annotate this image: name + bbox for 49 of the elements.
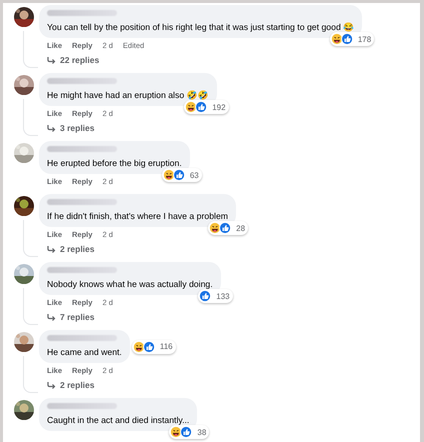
comment-text: If he didn't finish, that's where I have a problem <box>47 211 228 221</box>
view-replies-link[interactable]: 2 replies <box>39 240 94 255</box>
blurred-name <box>47 199 117 205</box>
comment-text: He erupted before the big eruption. <box>47 158 182 168</box>
reply-arrow-icon <box>47 125 56 132</box>
reply-arrow-icon <box>47 246 56 253</box>
reaction-badge[interactable]: 28 <box>208 221 248 235</box>
view-replies-link[interactable]: 3 replies <box>39 119 94 134</box>
view-replies-link[interactable]: 7 replies <box>39 308 94 323</box>
reaction-badge[interactable]: 178 <box>330 32 374 46</box>
reply-arrow-icon <box>47 382 56 389</box>
thread-line <box>23 288 38 325</box>
thumbs-up-icon <box>219 222 232 234</box>
thumbs-up-icon <box>199 290 212 302</box>
laughing-emoji-icon <box>209 222 221 234</box>
reply-arrow-icon <box>47 314 56 321</box>
laughing-emoji-icon <box>330 33 343 45</box>
reaction-badge[interactable]: 192 <box>184 100 229 114</box>
view-replies-link[interactable]: 2 replies <box>39 376 94 391</box>
blurred-name <box>47 403 117 409</box>
thumbs-up-icon <box>143 340 155 352</box>
blurred-name <box>47 335 117 341</box>
thread-line <box>23 99 38 136</box>
comment-text: He might have had an eruption also 🤣🤣 <box>47 90 209 100</box>
reaction-badge[interactable]: 133 <box>198 289 233 303</box>
laughing-emoji-icon <box>185 101 198 113</box>
blurred-name <box>47 78 117 84</box>
laughing-emoji-icon <box>162 169 175 181</box>
thumbs-up-icon <box>180 426 192 438</box>
comment-text: Nobody knows what he was actually doing. <box>47 279 213 289</box>
thread-line <box>23 220 38 257</box>
thumbs-up-icon <box>195 101 208 113</box>
thumbs-up-icon <box>173 169 185 181</box>
thread-line <box>23 31 38 68</box>
blurred-name <box>47 10 117 16</box>
laughing-emoji-icon <box>170 426 182 438</box>
thread-line <box>23 356 38 393</box>
blurred-name <box>47 146 117 152</box>
reaction-badge[interactable]: 63 <box>162 168 202 182</box>
view-replies-link[interactable]: 22 replies <box>39 51 100 66</box>
reply-arrow-icon <box>47 57 56 64</box>
reaction-badge[interactable]: 116 <box>132 340 176 354</box>
comment-text: You can tell by the position of his right leg that it was just starting to get good 😂 <box>47 22 354 32</box>
thumbs-up-icon <box>341 33 353 45</box>
laughing-emoji-icon <box>132 340 145 352</box>
reaction-badge[interactable]: 38 <box>169 425 210 439</box>
comment-text: Caught in the act and died instantly... <box>47 415 190 425</box>
blurred-name <box>47 267 117 273</box>
comment-text: He came and went. <box>47 347 122 357</box>
